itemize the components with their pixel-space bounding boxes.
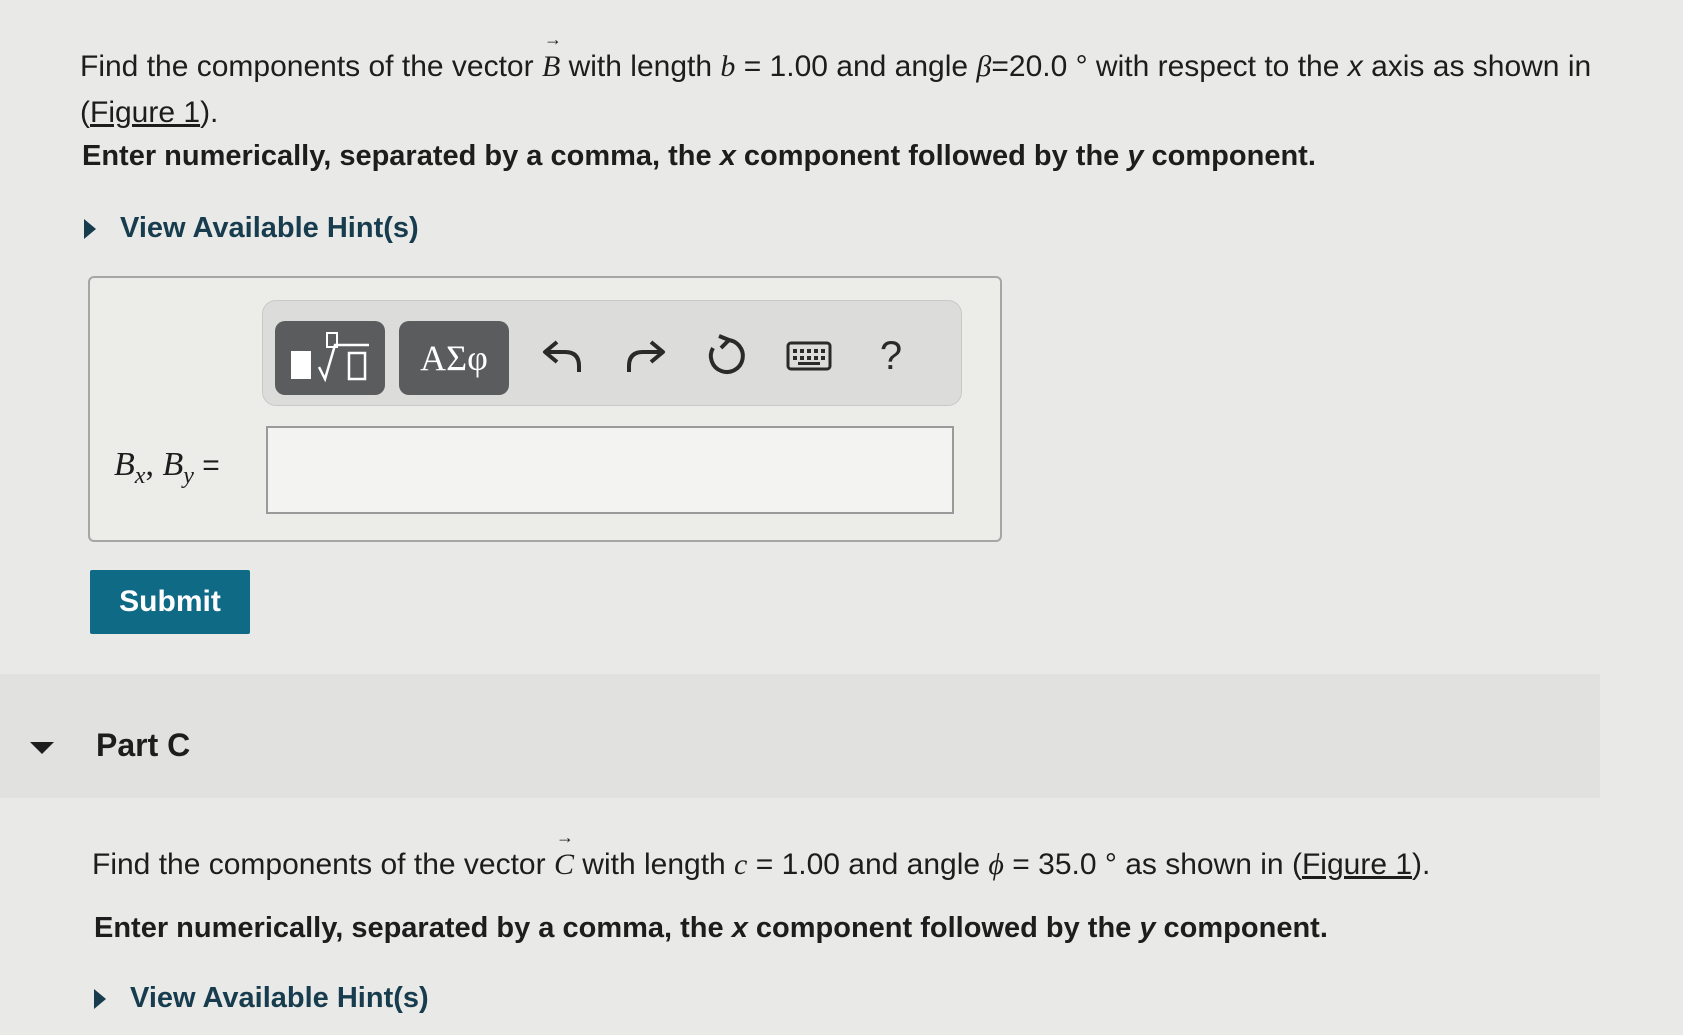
greek-symbols-button[interactable]: ΑΣφ bbox=[399, 321, 509, 395]
question-text-segment: = 35.0 ° as shown in bbox=[1003, 848, 1292, 881]
answer-label-bx: B bbox=[114, 446, 135, 483]
axis-variable: x bbox=[1347, 50, 1363, 83]
instruction-text-part-c: Enter numerically, separated by a comma,… bbox=[94, 912, 1328, 945]
figure-link[interactable]: Figure 1 bbox=[1302, 848, 1412, 881]
instruction-segment: Enter numerically, separated by a comma,… bbox=[94, 912, 732, 944]
question-text-segment: with length bbox=[560, 50, 721, 83]
length-variable: b bbox=[720, 50, 736, 83]
question-text-segment: with length bbox=[573, 848, 735, 881]
instruction-segment: component followed by the bbox=[747, 912, 1140, 944]
help-button[interactable]: ? bbox=[861, 331, 921, 381]
expand-triangle-icon bbox=[94, 988, 106, 1009]
redo-icon[interactable] bbox=[615, 331, 675, 381]
vector-arrow-icon: → bbox=[543, 29, 562, 49]
figure-paren: ( bbox=[1291, 848, 1302, 881]
expand-triangle-icon bbox=[84, 218, 96, 239]
figure-paren: ). bbox=[1412, 848, 1431, 881]
instruction-x-var: x bbox=[719, 140, 736, 172]
question-text-segment: Find the components of the vector bbox=[92, 848, 554, 881]
answer-label-equals: = bbox=[193, 449, 220, 482]
vector-b-letter: B bbox=[541, 50, 561, 83]
instruction-segment: component. bbox=[1155, 912, 1328, 944]
collapse-triangle-icon[interactable] bbox=[30, 742, 54, 754]
answer-label-sep: , bbox=[145, 446, 163, 483]
figure-link[interactable]: Figure 1 bbox=[90, 96, 200, 129]
answer-input[interactable] bbox=[266, 426, 954, 514]
question-text-segment: Find the components of the vector bbox=[80, 50, 542, 83]
figure-paren: ( bbox=[80, 96, 90, 129]
answer-label-by: B bbox=[162, 446, 184, 483]
angle-variable: ϕ bbox=[988, 848, 1004, 881]
answer-label-sub-y: y bbox=[183, 462, 194, 489]
question-text-segment: =20.0 ° with respect to the bbox=[991, 50, 1348, 83]
question-text-segment: = 1.00 and angle bbox=[747, 848, 989, 881]
part-c-header[interactable] bbox=[0, 674, 1600, 798]
instruction-text-part-b: Enter numerically, separated by a comma,… bbox=[82, 140, 1316, 173]
view-hints-toggle[interactable]: View Available Hint(s) bbox=[84, 212, 419, 245]
templates-icon bbox=[291, 332, 369, 383]
vector-b-symbol: → B bbox=[541, 30, 562, 90]
instruction-segment: component followed by the bbox=[735, 140, 1128, 172]
answer-label: Bx, By = bbox=[114, 446, 220, 490]
submit-button[interactable]: Submit bbox=[90, 570, 250, 634]
reset-icon[interactable] bbox=[697, 331, 757, 381]
keyboard-icon[interactable] bbox=[779, 331, 839, 381]
figure-paren: ). bbox=[200, 96, 219, 129]
instruction-segment: component. bbox=[1143, 140, 1316, 172]
answer-label-sub-x: x bbox=[134, 462, 146, 489]
instruction-y-var: y bbox=[1139, 912, 1156, 944]
vector-c-letter: C bbox=[553, 848, 574, 881]
undo-icon[interactable] bbox=[533, 331, 593, 381]
view-hints-toggle-part-c[interactable]: View Available Hint(s) bbox=[94, 982, 429, 1015]
vector-arrow-icon: → bbox=[555, 827, 574, 847]
templates-button[interactable] bbox=[275, 321, 385, 395]
question-text-part-b: Find the components of the vector → B wit… bbox=[80, 30, 1600, 136]
instruction-segment: Enter numerically, separated by a comma,… bbox=[82, 140, 720, 172]
question-text-segment: axis as shown in bbox=[1362, 50, 1592, 83]
question-text-segment: = 1.00 and angle bbox=[735, 50, 977, 83]
view-hints-label: View Available Hint(s) bbox=[130, 982, 429, 1014]
part-c-title: Part C bbox=[96, 727, 191, 763]
vector-c-symbol: → C bbox=[553, 828, 574, 888]
angle-variable: β bbox=[976, 50, 992, 83]
instruction-x-var: x bbox=[731, 912, 748, 944]
question-text-part-c: Find the components of the vector → C wit… bbox=[92, 828, 1612, 888]
length-variable: c bbox=[734, 848, 748, 881]
math-toolbar: ΑΣφ ? bbox=[262, 300, 962, 406]
view-hints-label: View Available Hint(s) bbox=[120, 212, 419, 244]
instruction-y-var: y bbox=[1127, 140, 1144, 172]
